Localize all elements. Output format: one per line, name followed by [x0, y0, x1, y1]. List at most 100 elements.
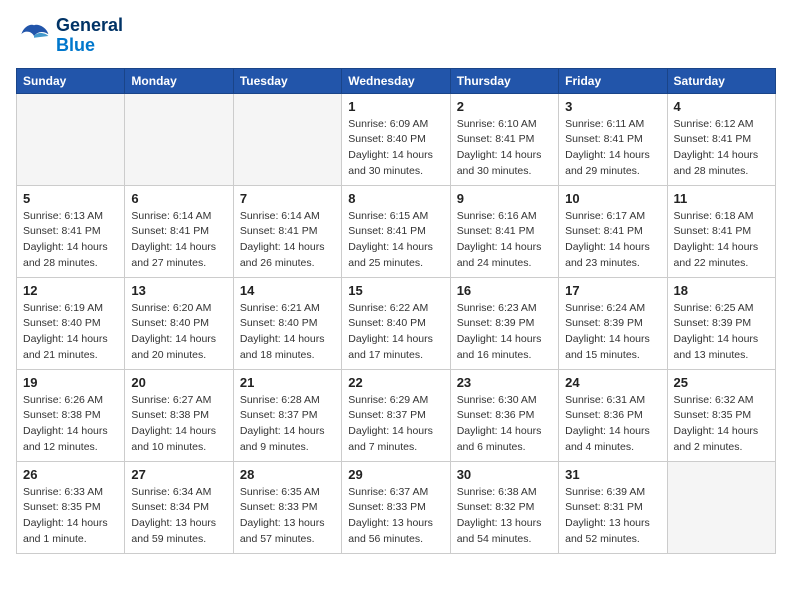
- day-info: Sunrise: 6:26 AM Sunset: 8:38 PM Dayligh…: [23, 393, 118, 456]
- day-number: 3: [565, 99, 660, 114]
- day-info: Sunrise: 6:22 AM Sunset: 8:40 PM Dayligh…: [348, 301, 443, 364]
- day-info: Sunrise: 6:10 AM Sunset: 8:41 PM Dayligh…: [457, 117, 552, 180]
- day-number: 30: [457, 467, 552, 482]
- calendar-cell: 27 Sunrise: 6:34 AM Sunset: 8:34 PM Dayli…: [125, 461, 233, 553]
- calendar-cell: 2 Sunrise: 6:10 AM Sunset: 8:41 PM Daylig…: [450, 93, 558, 185]
- day-number: 17: [565, 283, 660, 298]
- calendar-cell: 12 Sunrise: 6:19 AM Sunset: 8:40 PM Dayli…: [17, 277, 125, 369]
- calendar-week-row: 19 Sunrise: 6:26 AM Sunset: 8:38 PM Dayli…: [17, 369, 776, 461]
- calendar-cell: 20Sunrise: 6:27 AM Sunset: 8:38 PM Dayli…: [125, 369, 233, 461]
- calendar-cell: 22 Sunrise: 6:29 AM Sunset: 8:37 PM Dayli…: [342, 369, 450, 461]
- calendar-week-row: 5 Sunrise: 6:13 AM Sunset: 8:41 PM Daylig…: [17, 185, 776, 277]
- day-info: Sunrise: 6:12 AM Sunset: 8:41 PM Dayligh…: [674, 117, 769, 180]
- calendar-cell: 17 Sunrise: 6:24 AM Sunset: 8:39 PM Dayli…: [559, 277, 667, 369]
- day-number: 29: [348, 467, 443, 482]
- day-info: Sunrise: 6:32 AM Sunset: 8:35 PM Dayligh…: [674, 393, 769, 456]
- calendar-cell: 4 Sunrise: 6:12 AM Sunset: 8:41 PM Daylig…: [667, 93, 775, 185]
- calendar-cell: 8 Sunrise: 6:15 AM Sunset: 8:41 PM Daylig…: [342, 185, 450, 277]
- day-number: 14: [240, 283, 335, 298]
- day-info: Sunrise: 6:39 AM Sunset: 8:31 PM Dayligh…: [565, 485, 660, 548]
- day-number: 25: [674, 375, 769, 390]
- day-info: Sunrise: 6:11 AM Sunset: 8:41 PM Dayligh…: [565, 117, 660, 180]
- calendar-cell: 24Sunrise: 6:31 AM Sunset: 8:36 PM Dayli…: [559, 369, 667, 461]
- day-info: Sunrise: 6:38 AM Sunset: 8:32 PM Dayligh…: [457, 485, 552, 548]
- calendar-cell: 26Sunrise: 6:33 AM Sunset: 8:35 PM Dayli…: [17, 461, 125, 553]
- day-number: 15: [348, 283, 443, 298]
- logo: General Blue: [16, 16, 123, 56]
- day-info: Sunrise: 6:16 AM Sunset: 8:41 PM Dayligh…: [457, 209, 552, 272]
- calendar-cell: [17, 93, 125, 185]
- calendar-cell: 21Sunrise: 6:28 AM Sunset: 8:37 PM Dayli…: [233, 369, 341, 461]
- calendar-cell: 18Sunrise: 6:25 AM Sunset: 8:39 PM Dayli…: [667, 277, 775, 369]
- calendar-cell: 16 Sunrise: 6:23 AM Sunset: 8:39 PM Dayli…: [450, 277, 558, 369]
- day-info: Sunrise: 6:29 AM Sunset: 8:37 PM Dayligh…: [348, 393, 443, 456]
- day-info: Sunrise: 6:20 AM Sunset: 8:40 PM Dayligh…: [131, 301, 226, 364]
- calendar-cell: 10 Sunrise: 6:17 AM Sunset: 8:41 PM Dayli…: [559, 185, 667, 277]
- day-info: Sunrise: 6:14 AM Sunset: 8:41 PM Dayligh…: [131, 209, 226, 272]
- day-info: Sunrise: 6:24 AM Sunset: 8:39 PM Dayligh…: [565, 301, 660, 364]
- day-info: Sunrise: 6:17 AM Sunset: 8:41 PM Dayligh…: [565, 209, 660, 272]
- day-number: 2: [457, 99, 552, 114]
- day-info: Sunrise: 6:28 AM Sunset: 8:37 PM Dayligh…: [240, 393, 335, 456]
- weekday-header: Wednesday: [342, 68, 450, 93]
- weekday-header-row: SundayMondayTuesdayWednesdayThursdayFrid…: [17, 68, 776, 93]
- weekday-header: Saturday: [667, 68, 775, 93]
- day-number: 18: [674, 283, 769, 298]
- calendar-cell: 7Sunrise: 6:14 AM Sunset: 8:41 PM Daylig…: [233, 185, 341, 277]
- calendar-cell: [667, 461, 775, 553]
- day-info: Sunrise: 6:21 AM Sunset: 8:40 PM Dayligh…: [240, 301, 335, 364]
- day-number: 22: [348, 375, 443, 390]
- day-info: Sunrise: 6:30 AM Sunset: 8:36 PM Dayligh…: [457, 393, 552, 456]
- day-info: Sunrise: 6:23 AM Sunset: 8:39 PM Dayligh…: [457, 301, 552, 364]
- calendar-cell: 14 Sunrise: 6:21 AM Sunset: 8:40 PM Dayli…: [233, 277, 341, 369]
- calendar-cell: 15 Sunrise: 6:22 AM Sunset: 8:40 PM Dayli…: [342, 277, 450, 369]
- calendar-table: SundayMondayTuesdayWednesdayThursdayFrid…: [16, 68, 776, 554]
- day-number: 4: [674, 99, 769, 114]
- day-number: 13: [131, 283, 226, 298]
- calendar-cell: 29 Sunrise: 6:37 AM Sunset: 8:33 PM Dayli…: [342, 461, 450, 553]
- calendar-cell: 31 Sunrise: 6:39 AM Sunset: 8:31 PM Dayli…: [559, 461, 667, 553]
- calendar-cell: 5 Sunrise: 6:13 AM Sunset: 8:41 PM Daylig…: [17, 185, 125, 277]
- calendar-cell: [125, 93, 233, 185]
- day-info: Sunrise: 6:15 AM Sunset: 8:41 PM Dayligh…: [348, 209, 443, 272]
- calendar-cell: 3 Sunrise: 6:11 AM Sunset: 8:41 PM Daylig…: [559, 93, 667, 185]
- day-info: Sunrise: 6:18 AM Sunset: 8:41 PM Dayligh…: [674, 209, 769, 272]
- day-number: 5: [23, 191, 118, 206]
- calendar-week-row: 26Sunrise: 6:33 AM Sunset: 8:35 PM Dayli…: [17, 461, 776, 553]
- day-number: 23: [457, 375, 552, 390]
- day-info: Sunrise: 6:35 AM Sunset: 8:33 PM Dayligh…: [240, 485, 335, 548]
- day-number: 24: [565, 375, 660, 390]
- page-header: General Blue: [16, 16, 776, 56]
- day-number: 11: [674, 191, 769, 206]
- logo-icon: [16, 18, 52, 54]
- day-number: 16: [457, 283, 552, 298]
- day-number: 12: [23, 283, 118, 298]
- day-number: 8: [348, 191, 443, 206]
- day-info: Sunrise: 6:34 AM Sunset: 8:34 PM Dayligh…: [131, 485, 226, 548]
- weekday-header: Thursday: [450, 68, 558, 93]
- day-info: Sunrise: 6:09 AM Sunset: 8:40 PM Dayligh…: [348, 117, 443, 180]
- weekday-header: Sunday: [17, 68, 125, 93]
- day-number: 28: [240, 467, 335, 482]
- day-number: 27: [131, 467, 226, 482]
- day-number: 31: [565, 467, 660, 482]
- day-number: 19: [23, 375, 118, 390]
- weekday-header: Monday: [125, 68, 233, 93]
- calendar-cell: 23 Sunrise: 6:30 AM Sunset: 8:36 PM Dayli…: [450, 369, 558, 461]
- day-number: 9: [457, 191, 552, 206]
- day-info: Sunrise: 6:19 AM Sunset: 8:40 PM Dayligh…: [23, 301, 118, 364]
- calendar-cell: 6 Sunrise: 6:14 AM Sunset: 8:41 PM Daylig…: [125, 185, 233, 277]
- calendar-cell: 11 Sunrise: 6:18 AM Sunset: 8:41 PM Dayli…: [667, 185, 775, 277]
- day-number: 7: [240, 191, 335, 206]
- day-info: Sunrise: 6:37 AM Sunset: 8:33 PM Dayligh…: [348, 485, 443, 548]
- day-number: 6: [131, 191, 226, 206]
- calendar-week-row: 12 Sunrise: 6:19 AM Sunset: 8:40 PM Dayli…: [17, 277, 776, 369]
- day-info: Sunrise: 6:13 AM Sunset: 8:41 PM Dayligh…: [23, 209, 118, 272]
- day-number: 10: [565, 191, 660, 206]
- day-info: Sunrise: 6:27 AM Sunset: 8:38 PM Dayligh…: [131, 393, 226, 456]
- calendar-cell: 30 Sunrise: 6:38 AM Sunset: 8:32 PM Dayli…: [450, 461, 558, 553]
- calendar-cell: 1Sunrise: 6:09 AM Sunset: 8:40 PM Daylig…: [342, 93, 450, 185]
- calendar-cell: 9 Sunrise: 6:16 AM Sunset: 8:41 PM Daylig…: [450, 185, 558, 277]
- calendar-week-row: 1Sunrise: 6:09 AM Sunset: 8:40 PM Daylig…: [17, 93, 776, 185]
- day-number: 26: [23, 467, 118, 482]
